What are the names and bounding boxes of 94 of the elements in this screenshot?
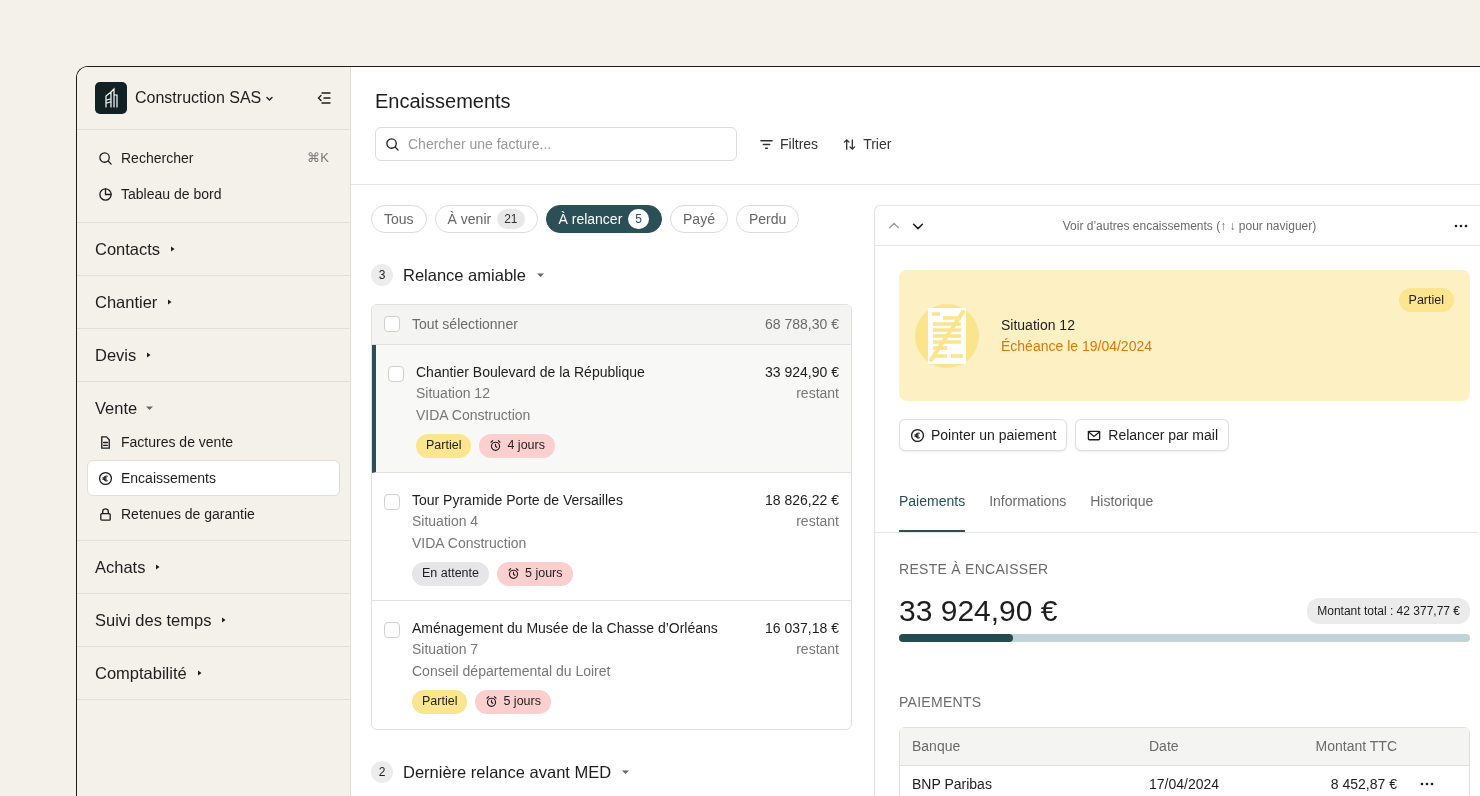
invoice-title: Aménagement du Musée de la Chasse d’Orléans bbox=[412, 618, 719, 638]
sidebar-section[interactable]: Suivi des temps bbox=[77, 594, 350, 646]
table-cell-text: 8 452,87 € bbox=[1329, 774, 1397, 794]
pie-chart-icon bbox=[98, 186, 113, 202]
column-header: Montant TTC bbox=[1314, 737, 1397, 756]
amount-note: restant bbox=[795, 511, 839, 531]
invoice-title: Situation 12 bbox=[1001, 315, 1076, 335]
total-amount: 68 788,30 € bbox=[765, 314, 839, 334]
document-icon bbox=[915, 303, 979, 368]
client-name: VIDA Construction bbox=[412, 533, 528, 553]
amount: 16 037,18 € bbox=[765, 618, 839, 638]
shortcut-hint: ⌘K bbox=[307, 149, 329, 168]
invoice-subtitle: Situation 7 bbox=[412, 639, 480, 659]
status-tag: Partiel bbox=[412, 689, 468, 714]
group-title[interactable]: Relance amiable bbox=[403, 263, 526, 288]
email-reminder-button[interactable]: Relancer par mail bbox=[1075, 419, 1230, 451]
navigation-hint: Voir d’autres encaissements (↑ ↓ pour naviguer) bbox=[1061, 217, 1318, 235]
client-name: VIDA Construction bbox=[416, 405, 532, 425]
more-icon[interactable] bbox=[1454, 223, 1468, 228]
amount: 33 924,90 € bbox=[765, 362, 839, 382]
group-title[interactable]: Dernière relance avant MED bbox=[403, 759, 612, 785]
tab[interactable]: Historique bbox=[1090, 491, 1154, 532]
count-badge: 2 bbox=[371, 761, 393, 784]
building-icon bbox=[95, 82, 127, 114]
page-title: Encaissements bbox=[375, 89, 512, 113]
invoice-title: Chantier Boulevard de la République bbox=[416, 362, 646, 382]
delay-text: 5 jours bbox=[503, 693, 541, 711]
section-label: PAIEMENTS bbox=[899, 693, 983, 712]
checkbox[interactable] bbox=[384, 316, 400, 333]
table-cell-text: BNP Paribas bbox=[912, 774, 993, 794]
sidebar-section[interactable]: Devis bbox=[77, 329, 350, 381]
delay-text: 4 jours bbox=[507, 437, 545, 455]
filter-chip[interactable]: À relancer 5 bbox=[545, 205, 662, 233]
search-icon bbox=[385, 137, 400, 152]
table-cell-text: 17/04/2024 bbox=[1149, 774, 1221, 794]
euro-icon bbox=[910, 427, 925, 443]
sidebar-item[interactable]: Retenues de garantie bbox=[87, 496, 340, 532]
checkbox[interactable] bbox=[384, 621, 400, 638]
sidebar-section[interactable]: Chantier bbox=[77, 276, 350, 328]
sort-button[interactable]: Trier bbox=[834, 129, 900, 159]
filter-chip[interactable]: Tous bbox=[371, 205, 427, 233]
checkbox[interactable] bbox=[388, 365, 404, 382]
caret-icon bbox=[535, 271, 545, 280]
client-name: Conseil départemental du Loiret bbox=[412, 661, 612, 681]
column-header: Date bbox=[1149, 737, 1180, 756]
sort-icon bbox=[842, 136, 858, 152]
amount-note: restant bbox=[795, 383, 839, 403]
select-all-label: Tout sélectionner bbox=[412, 314, 518, 334]
column-header: Banque bbox=[912, 737, 962, 756]
status-tag: Partiel bbox=[1398, 288, 1454, 312]
alarm-clock-icon bbox=[507, 567, 520, 581]
invoice-title: Tour Pyramide Porte de Versailles bbox=[412, 490, 624, 510]
tab[interactable]: Paiements bbox=[899, 491, 966, 532]
status-tag: Partiel bbox=[416, 433, 472, 458]
total-amount-tag: Montant total : 42 377,77 € bbox=[1307, 598, 1470, 624]
invoice-row[interactable]: Aménagement du Musée de la Chasse d’Orléans Situation 7 Conseil départemental du Loiret Partiel 5 jours 16 037,18 € restant bbox=[372, 600, 851, 729]
invoice-row[interactable]: Tour Pyramide Porte de Versailles Situation 4 VIDA Construction En attente 5 jours 18 826,22 € restant bbox=[372, 472, 851, 601]
sidebar-collapse-icon[interactable] bbox=[316, 90, 332, 106]
amount: 18 826,22 € bbox=[765, 490, 839, 510]
delay-text: 5 jours bbox=[525, 565, 563, 583]
count-badge: 21 bbox=[497, 209, 525, 229]
filter-chip[interactable]: Perdu bbox=[735, 205, 800, 233]
section-label: RESTE À ENCAISSER bbox=[899, 560, 1050, 579]
invoice-subtitle: Situation 12 bbox=[416, 383, 491, 403]
workspace-switcher[interactable]: Construction SAS bbox=[135, 86, 275, 110]
search-field[interactable]: Chercher une facture... bbox=[375, 127, 737, 161]
sidebar-item[interactable]: Rechercher ⌘K bbox=[87, 140, 340, 176]
alarm-clock-icon bbox=[485, 695, 499, 709]
remaining-amount: 33 924,90 € bbox=[899, 596, 1058, 626]
amount-note: restant bbox=[795, 639, 839, 659]
more-icon[interactable] bbox=[1420, 782, 1434, 786]
sidebar-section[interactable]: Contacts bbox=[77, 223, 350, 275]
filter-chip[interactable]: À venir 21 bbox=[434, 205, 538, 233]
lock-icon bbox=[98, 506, 113, 522]
count-badge: 3 bbox=[371, 264, 393, 287]
status-tag: En attente bbox=[412, 561, 489, 586]
sidebar-item[interactable]: Tableau de bord bbox=[87, 176, 340, 212]
tab[interactable]: Informations bbox=[989, 491, 1067, 532]
search-icon bbox=[98, 150, 113, 166]
document-icon bbox=[98, 434, 113, 450]
count-badge: 5 bbox=[628, 209, 649, 229]
sidebar-section[interactable]: Comptabilité bbox=[77, 647, 350, 699]
invoice-subtitle: Situation 4 bbox=[412, 511, 480, 531]
due-date: Échéance le 19/04/2024 bbox=[1001, 336, 1152, 356]
alarm-clock-icon bbox=[489, 439, 503, 453]
euro-icon bbox=[98, 470, 113, 486]
sidebar-item[interactable]: Encaissements bbox=[87, 460, 340, 496]
caret-icon bbox=[621, 768, 631, 777]
payment-button[interactable]: Pointer un paiement bbox=[899, 419, 1068, 451]
sidebar-section[interactable]: Achats bbox=[77, 541, 350, 593]
checkbox[interactable] bbox=[384, 493, 400, 510]
invoice-row[interactable]: Chantier Boulevard de la République Situation 12 VIDA Construction Partiel 4 jours 33 924,90 € restant bbox=[372, 344, 851, 473]
filter-chip[interactable]: Payé bbox=[670, 205, 728, 233]
filter-button[interactable]: Filtres bbox=[751, 129, 827, 159]
